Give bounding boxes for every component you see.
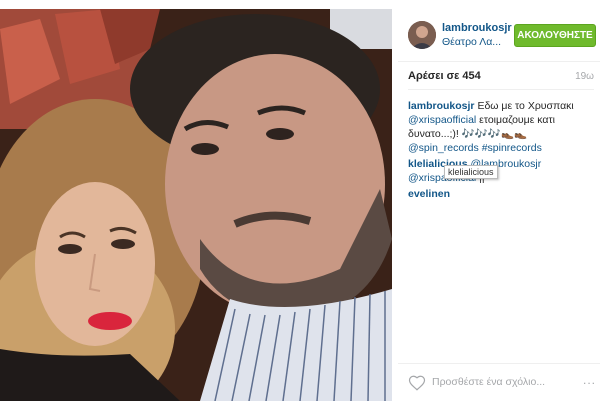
avatar[interactable] <box>408 21 436 49</box>
comment-list: lambroukosjr Εδω με το Χρυσπακι @xrispao… <box>408 99 596 203</box>
post-username[interactable]: lambroukosjr <box>442 22 512 34</box>
comment-item: evelinen <box>408 187 596 201</box>
caption-mention[interactable]: @xrispaofficial <box>408 114 476 126</box>
caption-hashtag[interactable]: #spinrecords <box>482 142 542 154</box>
caption: lambroukosjr Εδω με το Χρυσπακι @xrispao… <box>408 99 596 155</box>
caption-username[interactable]: lambroukosjr <box>408 100 475 112</box>
post-footer: Προσθέστε ένα σχόλιο... ... <box>398 363 600 402</box>
divider <box>408 89 594 90</box>
comment-item: klelialicious @lambroukosjr @xrispaoffic… <box>408 157 596 185</box>
selfie-image <box>0 9 392 401</box>
more-options-icon[interactable]: ... <box>583 373 596 387</box>
heart-icon[interactable] <box>408 374 426 392</box>
post-location[interactable]: Θέατρο Λα... <box>442 36 501 48</box>
post-header: lambroukosjr Θέατρο Λα... ΑΚΟΛΟΥΘΗΣΤΕ <box>398 9 600 62</box>
caption-mention[interactable]: @spin_records <box>408 142 479 154</box>
username-tooltip: klelialicious <box>444 165 498 179</box>
likes-row: Αρέσει σε 454 19ω <box>398 61 600 89</box>
post-sidebar: lambroukosjr Θέατρο Λα... ΑΚΟΛΟΥΘΗΣΤΕ Αρ… <box>398 9 600 401</box>
post-photo[interactable] <box>0 9 392 401</box>
comment-username[interactable]: evelinen <box>408 188 450 200</box>
likes-count[interactable]: Αρέσει σε 454 <box>408 70 481 82</box>
follow-button[interactable]: ΑΚΟΛΟΥΘΗΣΤΕ <box>514 24 596 47</box>
caption-text: Εδω με το Χρυσπακι <box>474 100 574 112</box>
post-modal: lambroukosjr Θέατρο Λα... ΑΚΟΛΟΥΘΗΣΤΕ Αρ… <box>0 0 600 407</box>
post-time[interactable]: 19ω <box>575 71 594 82</box>
add-comment-input[interactable]: Προσθέστε ένα σχόλιο... <box>432 376 545 388</box>
